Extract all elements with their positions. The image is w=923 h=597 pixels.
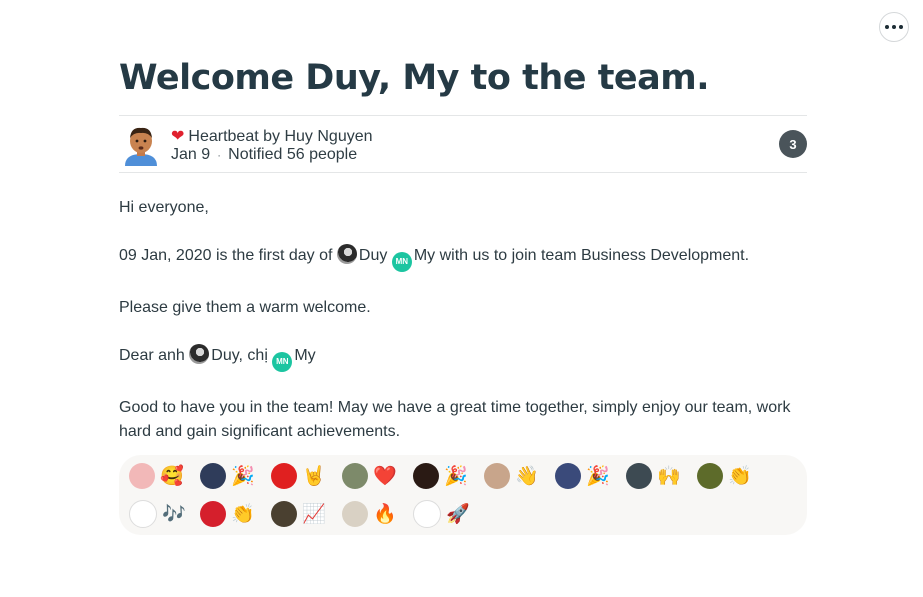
reactor-avatar — [484, 463, 510, 489]
post-date: Jan 9 — [171, 146, 211, 163]
duy-avatar — [336, 244, 357, 264]
my-avatar: MN — [391, 252, 412, 272]
reaction-chip[interactable]: ❤️ — [332, 459, 397, 493]
reactor-avatar — [271, 463, 297, 489]
closing-text: Good to have you in the team! May we hav… — [119, 399, 791, 440]
reactor-avatar — [555, 463, 581, 489]
reaction-emoji-icon: 👏 — [728, 464, 752, 487]
author-name[interactable]: Heartbeat by Huy Nguyen — [188, 128, 372, 145]
reaction-chip[interactable]: 👏 — [687, 459, 752, 493]
first-day-text: 09 Jan, 2020 is the first day of Duy MN M… — [119, 244, 807, 272]
reaction-chip[interactable]: 👋 — [474, 459, 539, 493]
first-day-suffix: with us to join team Business Developmen… — [435, 247, 750, 264]
reactor-avatar — [271, 501, 297, 527]
notified-count[interactable]: Notified 56 people — [228, 146, 357, 163]
post-title: Welcome Duy, My to the team. — [119, 58, 710, 98]
welcome-text: Please give them a warm welcome. — [119, 299, 371, 316]
reactor-avatar — [697, 463, 723, 489]
reaction-chip[interactable]: 📈 — [261, 497, 326, 531]
reaction-emoji-icon: 🎉 — [231, 464, 255, 487]
author-avatar[interactable] — [121, 124, 161, 166]
reaction-emoji-icon: 🔥 — [373, 502, 397, 525]
duy-avatar — [189, 344, 210, 364]
reaction-emoji-icon: 👋 — [515, 464, 539, 487]
reactions-panel: 🥰 🎉 🤘 ❤️ 🎉 👋 🎉 🙌 👏 🎶 👏 📈 🔥 🚀 — [119, 455, 807, 535]
reactor-avatar — [413, 500, 441, 528]
reactor-avatar — [626, 463, 652, 489]
reaction-chip[interactable]: 👏 — [190, 497, 255, 531]
reactor-avatar — [129, 500, 157, 528]
reaction-chip[interactable]: 🎶 — [119, 497, 186, 531]
reaction-chip[interactable]: 🎉 — [190, 459, 255, 493]
reaction-chip[interactable]: 🥰 — [119, 459, 184, 493]
reaction-emoji-icon: 📈 — [302, 502, 326, 525]
reactor-avatar — [342, 501, 368, 527]
mention-my[interactable]: My — [294, 347, 315, 364]
reactor-avatar — [200, 463, 226, 489]
my-avatar: MN — [272, 352, 293, 372]
reaction-emoji-icon: 🎶 — [162, 502, 186, 525]
greeting-text: Hi everyone, — [119, 199, 209, 216]
more-dot-icon — [899, 25, 903, 29]
reaction-emoji-icon: 🙌 — [657, 464, 681, 487]
post-date-line: Jan 9 · Notified 56 people — [171, 146, 357, 164]
reaction-emoji-icon: 🥰 — [160, 464, 184, 487]
reaction-chip[interactable]: 🔥 — [332, 497, 397, 531]
reaction-emoji-icon: 🚀 — [446, 502, 470, 525]
reaction-chip[interactable]: 🚀 — [403, 497, 470, 531]
mention-my[interactable]: My — [414, 247, 435, 264]
reactor-avatar — [129, 463, 155, 489]
reaction-emoji-icon: 👏 — [231, 502, 255, 525]
separator-dot: · — [217, 148, 222, 162]
reaction-chip[interactable]: 🎉 — [545, 459, 610, 493]
reaction-emoji-icon: 🎉 — [586, 464, 610, 487]
more-options-button[interactable] — [879, 12, 909, 42]
author-line: ❤ Heartbeat by Huy Nguyen — [171, 126, 373, 146]
comment-count-badge[interactable]: 3 — [779, 130, 807, 158]
reactor-avatar — [200, 501, 226, 527]
first-day-prefix: 09 Jan, 2020 is the first day of — [119, 247, 337, 264]
more-dot-icon — [892, 25, 896, 29]
dear-mid: , chị — [238, 347, 273, 364]
reaction-chip[interactable]: 🤘 — [261, 459, 326, 493]
reactor-avatar — [413, 463, 439, 489]
more-dot-icon — [885, 25, 889, 29]
reaction-chip[interactable]: 🙌 — [616, 459, 681, 493]
reaction-emoji-icon: 🎉 — [444, 464, 468, 487]
post-meta: ❤ Heartbeat by Huy Nguyen Jan 9 · Notified … — [119, 115, 807, 173]
mention-duy[interactable]: Duy — [359, 247, 387, 264]
dear-text: Dear anh Duy, chị MN My — [119, 344, 807, 372]
heart-icon: ❤ — [171, 128, 185, 145]
post-page: Welcome Duy, My to the team. ❤ Heartbeat … — [0, 0, 923, 597]
reaction-emoji-icon: ❤️ — [373, 464, 397, 487]
post-body: Hi everyone, 09 Jan, 2020 is the first d… — [119, 196, 807, 444]
reactor-avatar — [342, 463, 368, 489]
reaction-emoji-icon: 🤘 — [302, 464, 326, 487]
dear-prefix: Dear anh — [119, 347, 190, 364]
mention-duy[interactable]: Duy — [211, 347, 238, 364]
reaction-chip[interactable]: 🎉 — [403, 459, 468, 493]
